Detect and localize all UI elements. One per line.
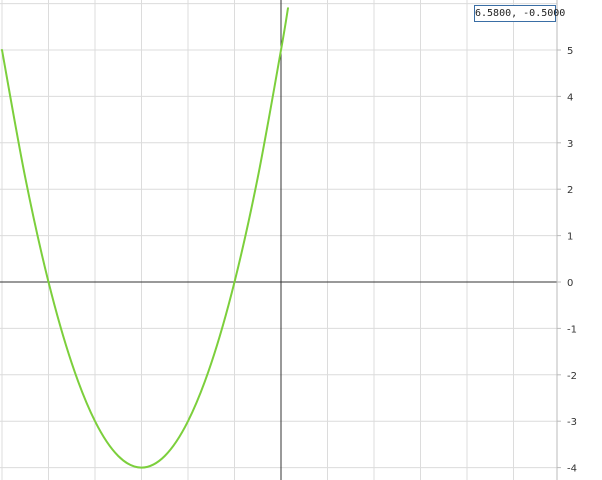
y-tick-label: 0: [567, 278, 573, 289]
axes: [0, 0, 558, 480]
y-tick-label: 4: [567, 92, 573, 103]
grid-lines: [0, 0, 557, 480]
y-tick-label: 2: [567, 185, 573, 196]
graph-plot[interactable]: 5 4 3 2 1 0 -1 -2 -3 -4: [0, 0, 602, 480]
y-tick-label: 1: [567, 232, 573, 243]
curve-series: [1, 7, 289, 469]
y-tick-label: -4: [567, 464, 577, 475]
y-tick-label: 3: [567, 139, 573, 150]
series-line: [1, 7, 289, 469]
y-tick-label: 5: [567, 46, 573, 57]
y-tick-labels: 5 4 3 2 1 0 -1 -2 -3 -4: [557, 46, 577, 475]
coordinate-readout: 6.5800, -0.5000: [474, 5, 565, 22]
y-tick-label: -3: [567, 417, 577, 428]
y-tick-label: -1: [567, 324, 577, 335]
y-tick-label: -2: [567, 371, 577, 382]
